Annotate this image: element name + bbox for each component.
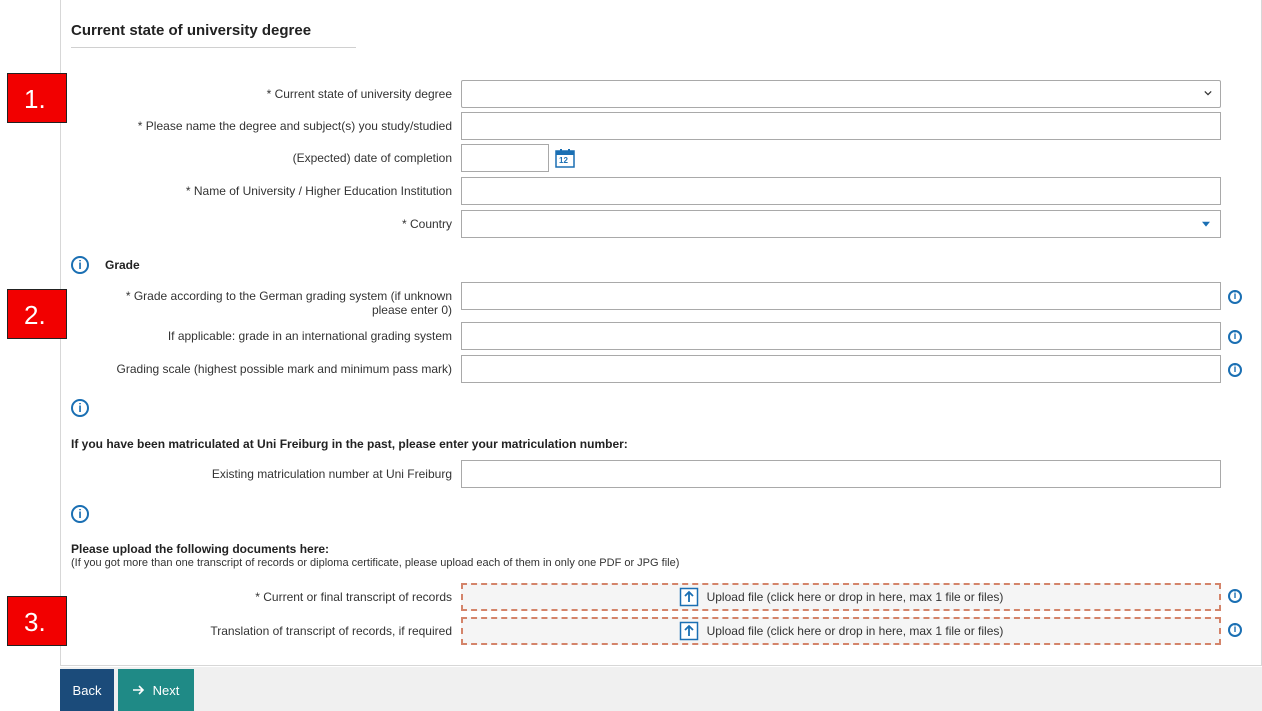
completion-date-label: (Expected) date of completion	[292, 151, 452, 165]
annotation-marker-1: 1.	[7, 73, 67, 123]
matriculation-input[interactable]	[461, 460, 1221, 488]
translation-upload-dropzone[interactable]: Upload file (click here or drop in here,…	[461, 617, 1221, 645]
translation-upload-text: Upload file (click here or drop in here,…	[706, 624, 1004, 638]
info-icon[interactable]: i	[71, 505, 89, 523]
info-icon[interactable]: i	[1228, 290, 1242, 304]
matriculation-label: Existing matriculation number at Uni Fre…	[211, 467, 452, 481]
matriculation-heading: If you have been matriculated at Uni Fre…	[71, 437, 628, 451]
info-icon[interactable]: i	[1228, 363, 1242, 377]
section-title: Current state of university degree	[71, 22, 356, 48]
degree-subject-label: * Please name the degree and subject(s) …	[137, 119, 452, 133]
german-grade-label: * Grade according to the German grading …	[126, 289, 452, 317]
info-icon[interactable]: i	[1228, 589, 1242, 603]
info-icon[interactable]: i	[71, 399, 89, 417]
annotation-marker-2: 2.	[7, 289, 67, 339]
grade-heading: Grade	[105, 258, 140, 272]
upload-heading: Please upload the following documents he…	[71, 542, 330, 556]
degree-subject-input[interactable]	[461, 112, 1221, 140]
upload-icon	[679, 621, 698, 641]
country-select[interactable]	[461, 210, 1221, 238]
transcript-label: * Current or final transcript of records	[255, 590, 452, 604]
footer-bar	[60, 667, 1262, 711]
german-grade-label-line2: please enter 0)	[371, 303, 452, 317]
annotation-marker-3: 3.	[7, 596, 67, 646]
calendar-icon[interactable]: 12	[555, 148, 575, 168]
completion-date-input[interactable]	[461, 144, 549, 172]
grading-scale-label: Grading scale (highest possible mark and…	[116, 362, 452, 376]
country-label: * Country	[401, 217, 452, 231]
info-icon[interactable]: i	[71, 256, 89, 274]
international-grade-input[interactable]	[461, 322, 1221, 350]
arrow-right-icon	[132, 685, 144, 695]
transcript-upload-text: Upload file (click here or drop in here,…	[706, 590, 1004, 604]
upload-icon	[679, 587, 698, 607]
info-icon[interactable]: i	[1228, 623, 1242, 637]
info-icon[interactable]: i	[1228, 330, 1242, 344]
university-name-input[interactable]	[461, 177, 1221, 205]
calendar-day: 12	[559, 156, 568, 165]
transcript-upload-dropzone[interactable]: Upload file (click here or drop in here,…	[461, 583, 1221, 611]
german-grade-input[interactable]	[461, 282, 1221, 310]
translation-label: Translation of transcript of records, if…	[210, 624, 452, 638]
chevron-down-icon	[1204, 90, 1212, 96]
degree-state-select[interactable]	[461, 80, 1221, 108]
grading-scale-input[interactable]	[461, 355, 1221, 383]
german-grade-label-line1: * Grade according to the German grading …	[125, 289, 452, 303]
degree-state-label: * Current state of university degree	[266, 87, 452, 101]
international-grade-label: If applicable: grade in an international…	[167, 329, 452, 343]
caret-down-icon	[1202, 221, 1210, 227]
next-button[interactable]: Next	[118, 669, 194, 711]
next-button-label: Next	[152, 682, 180, 698]
upload-note: (If you got more than one transcript of …	[71, 557, 680, 569]
university-name-label: * Name of University / Higher Education …	[185, 184, 452, 198]
back-button[interactable]: Back	[60, 669, 114, 711]
